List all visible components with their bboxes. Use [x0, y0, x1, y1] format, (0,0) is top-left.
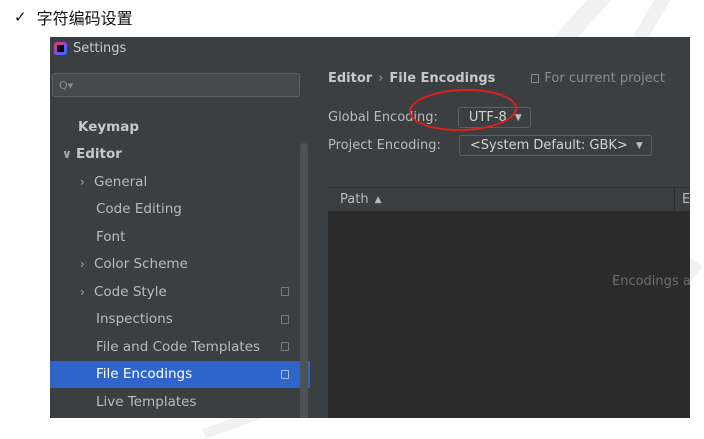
- sidebar-item-label: Font: [96, 228, 126, 245]
- project-scope-icon: [281, 342, 289, 351]
- intellij-logo-icon: [54, 41, 67, 55]
- project-scope-icon: [531, 74, 540, 83]
- sidebar-item-inspections[interactable]: Inspections: [50, 306, 310, 334]
- settings-tree: Keymap ∨ Editor › General Code Editing F…: [50, 113, 310, 416]
- chevron-right-icon[interactable]: ›: [80, 257, 94, 271]
- sidebar-item-editor[interactable]: ∨ Editor: [50, 141, 310, 169]
- table-header: Path ▲ E: [328, 188, 690, 212]
- sidebar-item-label: Color Scheme: [94, 256, 188, 273]
- breadcrumb-editor[interactable]: Editor: [328, 71, 372, 86]
- path-column-header[interactable]: Path ▲: [328, 192, 381, 207]
- project-scope-icon: [281, 287, 289, 296]
- sidebar-item-live-templates[interactable]: Live Templates: [50, 388, 310, 416]
- sidebar-item-label: Code Editing: [96, 201, 182, 218]
- chevron-down-icon[interactable]: ∨: [62, 147, 76, 161]
- project-scope-icon: [281, 369, 289, 379]
- breadcrumb-current: File Encodings: [389, 71, 496, 86]
- sort-ascending-icon: ▲: [374, 194, 382, 205]
- dropdown-arrow-icon: ▼: [635, 140, 643, 151]
- sidebar-item-label: Keymap: [78, 118, 140, 135]
- title-bar: Settings: [50, 37, 690, 59]
- breadcrumb: Editor › File Encodings For current proj…: [328, 71, 665, 86]
- sidebar-item-label: Inspections: [96, 311, 173, 328]
- sidebar-item-general[interactable]: › General: [50, 168, 310, 196]
- sidebar-item-label: Editor: [76, 146, 122, 163]
- chevron-right-icon[interactable]: ›: [80, 175, 94, 189]
- settings-window: Settings Q▾ Keymap ∨ Editor › General Co…: [50, 37, 690, 418]
- sidebar-item-file-and-code-templates[interactable]: File and Code Templates: [50, 333, 310, 361]
- check-icon: ✓: [14, 8, 27, 26]
- window-title: Settings: [73, 40, 127, 56]
- encodings-table: Path ▲ E Encodings a: [328, 187, 690, 418]
- breadcrumb-separator: ›: [378, 71, 384, 86]
- sidebar-item-code-editing[interactable]: Code Editing: [50, 196, 310, 224]
- empty-table-text: Encodings a: [612, 274, 690, 289]
- sidebar-item-code-style[interactable]: › Code Style: [50, 278, 310, 306]
- search-icon: Q▾: [59, 78, 74, 92]
- settings-search-input[interactable]: Q▾: [52, 73, 300, 97]
- sidebar-scrollbar[interactable]: [300, 143, 308, 418]
- project-encoding-row: Project Encoding: <System Default: GBK> …: [328, 135, 652, 156]
- scope-label: For current project: [544, 71, 665, 86]
- chevron-right-icon[interactable]: ›: [80, 285, 94, 299]
- sidebar-item-label: Live Templates: [96, 393, 197, 410]
- column-label: Path: [340, 192, 369, 207]
- sidebar-item-keymap[interactable]: Keymap: [50, 113, 310, 141]
- sidebar-item-file-encodings[interactable]: File Encodings: [50, 360, 310, 388]
- encoding-column-header[interactable]: E: [682, 192, 690, 207]
- sidebar-item-label: Code Style: [94, 283, 167, 300]
- column-divider[interactable]: [674, 188, 675, 211]
- scope-note: For current project: [531, 71, 665, 86]
- dropdown-arrow-icon: ▼: [514, 112, 522, 123]
- sidebar-item-color-scheme[interactable]: › Color Scheme: [50, 251, 310, 279]
- project-encoding-value: <System Default: GBK>: [469, 138, 628, 153]
- sidebar-item-label: File Encodings: [96, 366, 193, 383]
- project-encoding-select[interactable]: <System Default: GBK> ▼: [458, 135, 652, 156]
- sidebar-item-label: General: [94, 173, 148, 190]
- section-heading: ✓ 字符编码设置: [14, 5, 133, 29]
- sidebar-item-font[interactable]: Font: [50, 223, 310, 251]
- settings-sidebar: Q▾ Keymap ∨ Editor › General Code Editin…: [50, 59, 310, 418]
- project-scope-icon: [281, 314, 289, 324]
- sidebar-item-label: File and Code Templates: [96, 338, 261, 355]
- heading-text: 字符编码设置: [36, 9, 133, 28]
- project-encoding-label: Project Encoding:: [328, 138, 441, 153]
